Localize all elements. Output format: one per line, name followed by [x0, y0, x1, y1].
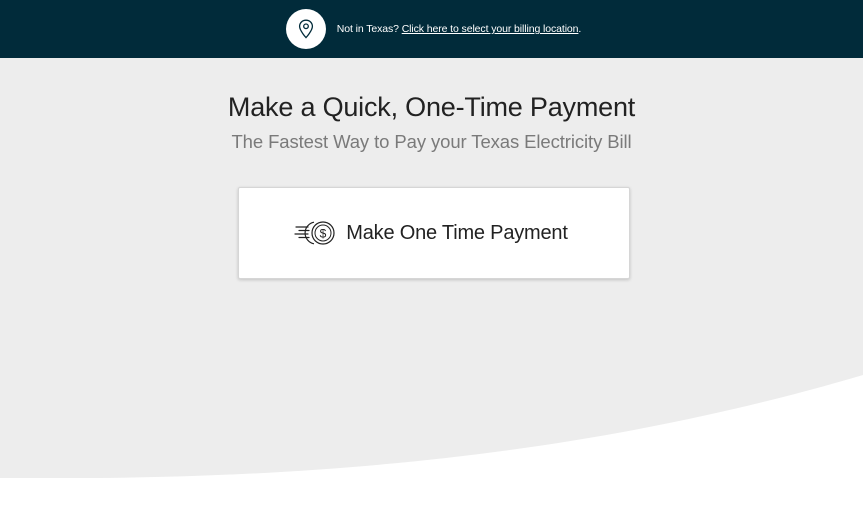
make-one-time-payment-button[interactable]: $ Make One Time Payment	[238, 187, 630, 279]
location-pin-icon	[298, 19, 313, 39]
location-bar-text: Not in Texas? Click here to select your …	[337, 23, 582, 35]
select-billing-location-link[interactable]: Click here to select your billing locati…	[402, 23, 579, 35]
location-bar-suffix: .	[578, 23, 582, 35]
location-pin-button[interactable]	[285, 9, 326, 49]
hero-background	[0, 58, 863, 478]
page-subtitle: The Fastest Way to Pay your Texas Electr…	[231, 131, 632, 152]
make-one-time-payment-label: Make One Time Payment	[346, 221, 568, 244]
page-title: Make a Quick, One-Time Payment	[227, 92, 636, 122]
location-bar: Not in Texas? Click here to select your …	[0, 0, 863, 58]
location-bar-content: Not in Texas? Click here to select your …	[285, 9, 582, 49]
svg-text:$: $	[320, 226, 327, 240]
page: Not in Texas? Click here to select your …	[0, 0, 863, 520]
location-bar-prefix: Not in Texas?	[336, 23, 402, 35]
fast-dollar-coin-icon: $	[294, 221, 335, 245]
